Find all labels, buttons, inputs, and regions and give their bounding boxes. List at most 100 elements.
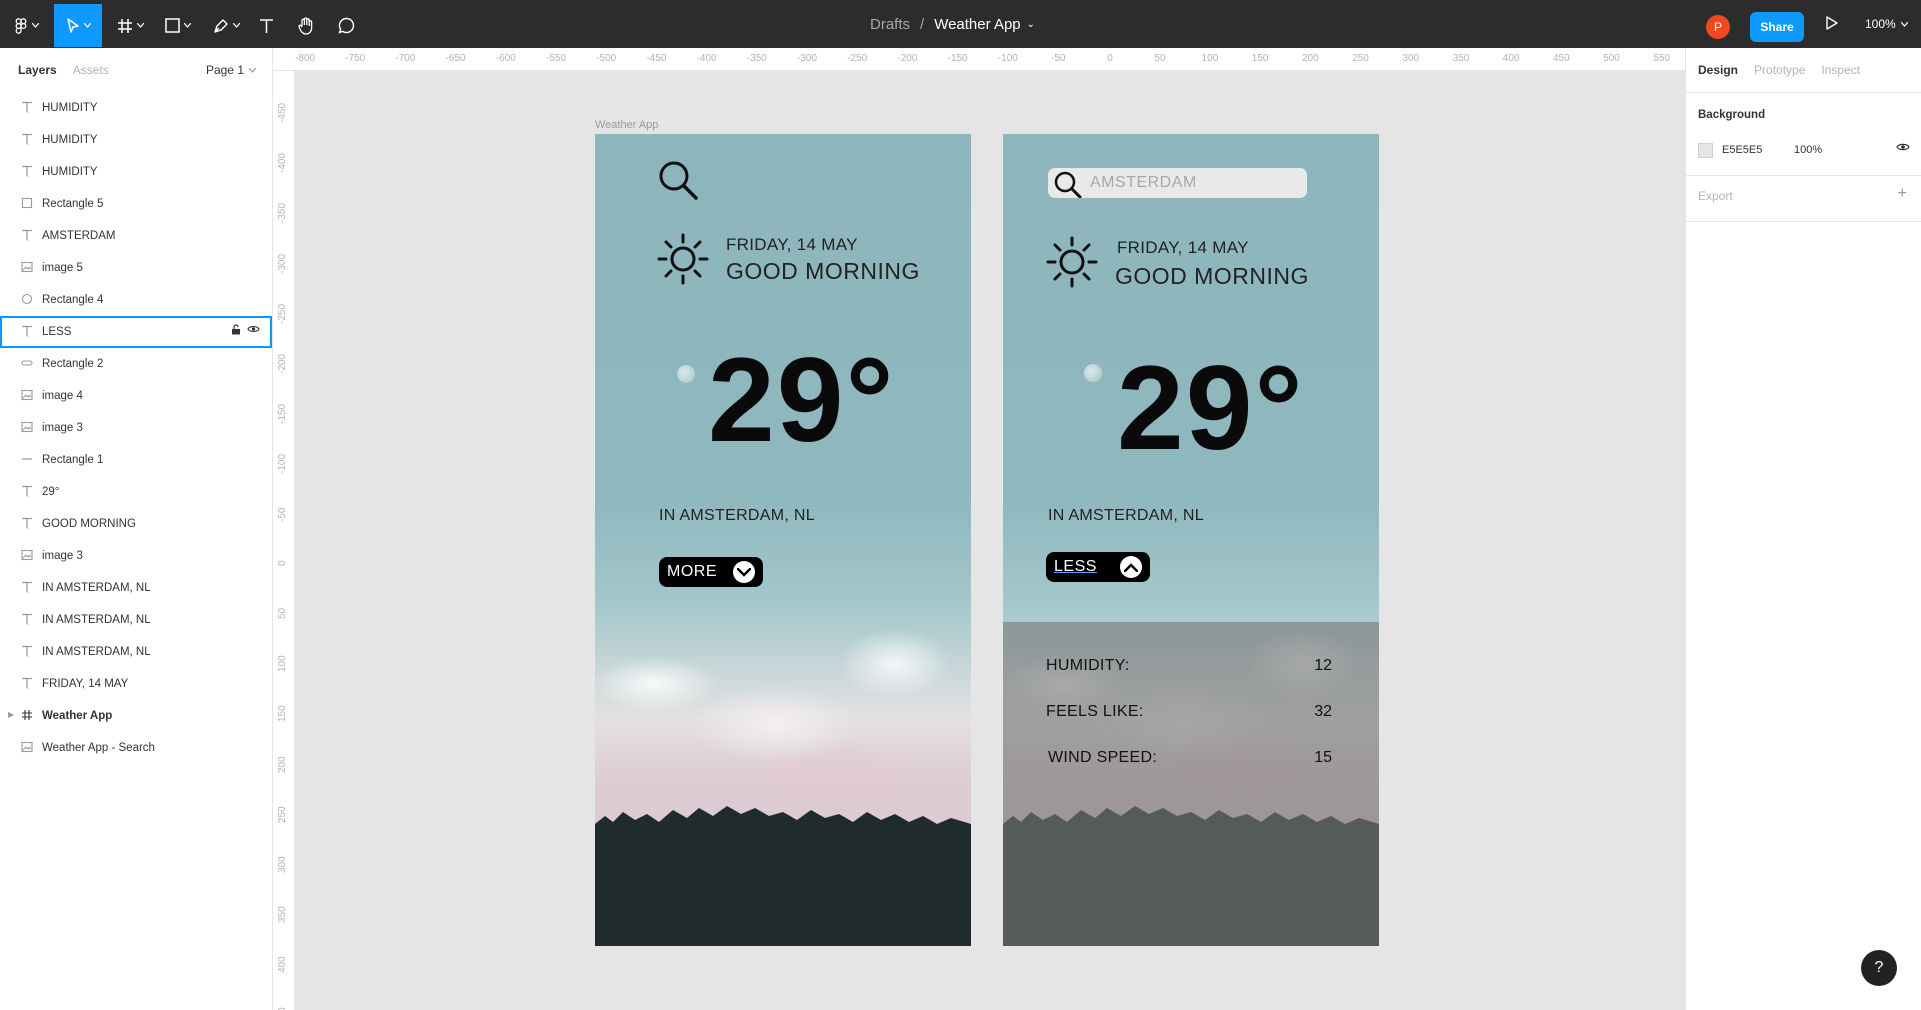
ruler-tick-label: 50	[1154, 53, 1166, 64]
layer-row[interactable]: image 5	[0, 252, 272, 284]
ruler-tick-label: 450	[1553, 53, 1570, 64]
ruler-tick-label: -200	[897, 53, 918, 64]
location-text: IN AMSTERDAM, NL	[1048, 507, 1204, 524]
hand-tool-button[interactable]	[294, 4, 318, 47]
layer-row[interactable]: ▶ Weather App	[0, 700, 272, 732]
background-fill-row[interactable]: E5E5E5 100%	[1698, 140, 1910, 160]
frame-tool-button[interactable]	[112, 4, 148, 47]
ruler-tick-label: 150	[277, 705, 288, 723]
less-button[interactable]: LESS	[1046, 552, 1150, 582]
background-color-swatch[interactable]	[1698, 142, 1713, 158]
add-export-button[interactable]: +	[1898, 185, 1907, 203]
layer-row[interactable]: image 3	[0, 412, 272, 444]
share-button[interactable]: Share	[1750, 12, 1804, 42]
layer-row[interactable]: Rectangle 5	[0, 188, 272, 220]
layer-row[interactable]: LESS	[0, 316, 272, 348]
layer-name: Rectangle 2	[42, 358, 104, 370]
layer-row[interactable]: Rectangle 4	[0, 284, 272, 316]
tab-layers[interactable]: Layers	[18, 63, 57, 77]
image-layer-icon	[20, 741, 34, 755]
user-avatar[interactable]: P	[1706, 15, 1730, 39]
pen-tool-button[interactable]	[208, 4, 244, 47]
background-hex[interactable]: E5E5E5	[1722, 144, 1762, 156]
text-layer-icon	[20, 485, 34, 499]
eye-icon[interactable]	[247, 324, 260, 334]
frame-tool-icon	[117, 18, 132, 33]
ruler-tick-label: 0	[1107, 53, 1113, 64]
help-button[interactable]: ?	[1861, 950, 1897, 986]
layer-row[interactable]: 29°	[0, 476, 272, 508]
frame-label[interactable]: Weather App	[595, 119, 658, 131]
search-icon	[1054, 171, 1082, 198]
image-layer-icon	[20, 389, 34, 403]
present-button[interactable]	[1826, 16, 1838, 35]
layer-row[interactable]: AMSTERDAM	[0, 220, 272, 252]
layer-row[interactable]: image 3	[0, 540, 272, 572]
layer-row[interactable]: HUMIDITY	[0, 124, 272, 156]
chevron-down-icon[interactable]: ⌄	[1027, 19, 1035, 30]
tab-assets[interactable]: Assets	[73, 63, 109, 77]
layer-row[interactable]: HUMIDITY	[0, 156, 272, 188]
layer-row[interactable]: IN AMSTERDAM, NL	[0, 604, 272, 636]
export-section-title: Export	[1698, 189, 1733, 203]
layer-row[interactable]: IN AMSTERDAM, NL	[0, 636, 272, 668]
unlock-icon[interactable]	[231, 324, 241, 335]
move-tool-button[interactable]	[54, 4, 102, 47]
layer-row[interactable]: GOOD MORNING	[0, 508, 272, 540]
layer-row[interactable]: Rectangle 2	[0, 348, 272, 380]
ruler-tick-label: 200	[1302, 53, 1319, 64]
eye-icon[interactable]	[1896, 142, 1910, 152]
figma-menu-button[interactable]	[8, 4, 44, 47]
ruler-tick-label: -750	[345, 53, 366, 64]
layer-row[interactable]: FRIDAY, 14 MAY	[0, 668, 272, 700]
text-layer-icon	[20, 645, 34, 659]
sun-icon	[657, 233, 709, 285]
expand-arrow-icon[interactable]: ▶	[8, 710, 14, 719]
ruler-tick-label: -450	[646, 53, 667, 64]
breadcrumb-separator: /	[920, 15, 925, 33]
tab-inspect[interactable]: Inspect	[1821, 63, 1860, 77]
city-search-input[interactable]: AMSTERDAM	[1048, 168, 1307, 198]
text-tool-button[interactable]	[254, 4, 278, 47]
ruler-tick-label: 100	[277, 655, 288, 673]
tab-prototype[interactable]: Prototype	[1754, 63, 1805, 77]
layer-name: image 3	[42, 422, 83, 434]
page-selector[interactable]: Page 1	[206, 48, 256, 92]
horizontal-ruler: -800 -750 -700 -650 -600 -550 -500 -450 -400 -350…	[273, 48, 1685, 71]
moon-icon	[1084, 364, 1102, 382]
chevron-down-icon	[136, 23, 144, 28]
ruler-tick-label: 250	[277, 806, 288, 823]
feels-like-value: 32	[1314, 703, 1332, 720]
ruler-tick-label: 200	[277, 755, 288, 773]
search-icon[interactable]	[658, 160, 698, 200]
more-button[interactable]: MORE	[659, 557, 763, 587]
layer-name: Weather App - Search	[42, 742, 155, 754]
zoom-dropdown[interactable]: 100%	[1865, 0, 1908, 48]
tab-design[interactable]: Design	[1698, 63, 1738, 77]
layer-row[interactable]: HUMIDITY	[0, 92, 272, 124]
layer-name: image 5	[42, 262, 83, 274]
text-layer-icon	[20, 133, 34, 147]
background-opacity[interactable]: 100%	[1794, 144, 1822, 156]
chevron-up-icon	[1120, 556, 1142, 578]
layer-row[interactable]: image 4	[0, 380, 272, 412]
ruler-tick-label: 500	[1603, 53, 1620, 64]
layer-row[interactable]: IN AMSTERDAM, NL	[0, 572, 272, 604]
wind-speed-value: 15	[1314, 749, 1332, 766]
layer-name: 29°	[42, 486, 60, 498]
design-tabs: Design Prototype Inspect	[1698, 48, 1876, 92]
layer-name: IN AMSTERDAM, NL	[42, 646, 151, 658]
comment-tool-button[interactable]	[334, 4, 358, 47]
weather-app-search-frame[interactable]: AMSTERDAM FRIDAY, 14 MAY GOOD MORNING 29…	[1003, 134, 1379, 946]
text-layer-icon	[20, 613, 34, 627]
text-layer-icon	[20, 325, 34, 339]
weather-app-frame[interactable]: FRIDAY, 14 MAY GOOD MORNING 29° IN AMSTE…	[595, 134, 971, 946]
file-name[interactable]: Weather App	[934, 16, 1020, 33]
layer-row[interactable]: Rectangle 1	[0, 444, 272, 476]
breadcrumb-drafts[interactable]: Drafts	[870, 16, 910, 33]
shape-tool-button[interactable]	[160, 4, 196, 47]
design-panel: Design Prototype Inspect Background E5E5…	[1685, 48, 1921, 1010]
background-section-title: Background	[1698, 109, 1766, 121]
chevron-down-icon	[733, 561, 755, 583]
layer-row[interactable]: Weather App - Search	[0, 732, 272, 764]
